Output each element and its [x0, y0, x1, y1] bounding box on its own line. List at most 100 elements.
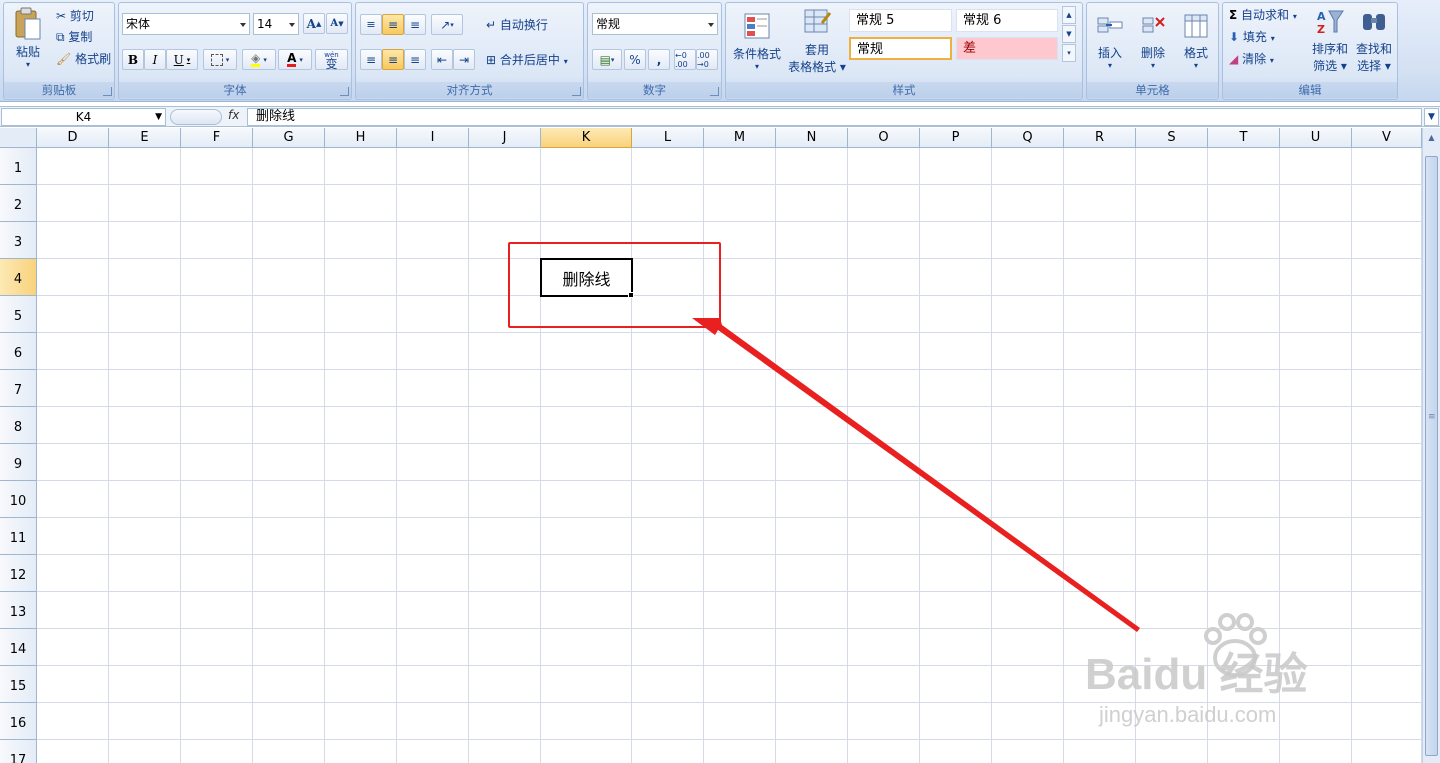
formula-divider-handle[interactable] — [170, 109, 222, 125]
row-header-6[interactable]: 6 — [0, 333, 37, 370]
row-header-4[interactable]: 4 — [0, 259, 37, 296]
column-header-e[interactable]: E — [109, 128, 181, 148]
comma-button[interactable]: , — [648, 49, 670, 70]
row-header-3[interactable]: 3 — [0, 222, 37, 259]
insert-cells-button[interactable]: 插入 ▾ — [1089, 5, 1131, 77]
row-header-15[interactable]: 15 — [0, 666, 37, 703]
watermark-url: jingyan.baidu.com — [1099, 702, 1277, 727]
cut-button[interactable]: ✂ 剪切 — [56, 7, 94, 24]
dialog-launcher-icon[interactable] — [710, 87, 719, 96]
increase-decimal-button[interactable]: ←0 .00 — [674, 49, 696, 70]
fill-button[interactable]: ⬇ 填充 ▾ — [1229, 28, 1275, 45]
row-header-2[interactable]: 2 — [0, 185, 37, 222]
column-header-q[interactable]: Q — [992, 128, 1064, 148]
font-size-combo[interactable]: 14 — [253, 13, 299, 35]
column-header-f[interactable]: F — [181, 128, 253, 148]
sort-filter-button[interactable]: AZ 排序和 筛选 ▾ — [1309, 5, 1351, 77]
style-normal-6[interactable]: 常规 6 — [956, 9, 1058, 32]
underline-button[interactable]: U ▾ — [166, 49, 198, 70]
column-header-g[interactable]: G — [253, 128, 325, 148]
autosum-button[interactable]: Σ 自动求和 ▾ — [1229, 6, 1297, 23]
align-top-button[interactable]: ≡ — [360, 14, 382, 35]
row-header-9[interactable]: 9 — [0, 444, 37, 481]
style-normal-5[interactable]: 常规 5 — [849, 9, 952, 32]
scroll-thumb[interactable]: ≡ — [1425, 156, 1438, 756]
phonetic-button[interactable]: wén 变 — [315, 49, 348, 70]
align-center-button[interactable]: ≡ — [382, 49, 404, 70]
shrink-font-button[interactable]: A ▼ — [326, 13, 348, 34]
column-header-n[interactable]: N — [776, 128, 848, 148]
bold-button[interactable]: B — [122, 49, 144, 70]
format-cells-button[interactable]: 格式 ▾ — [1175, 5, 1217, 77]
column-header-m[interactable]: M — [704, 128, 776, 148]
formula-input[interactable]: 删除线 — [247, 108, 1422, 126]
row-header-5[interactable]: 5 — [0, 296, 37, 333]
border-button[interactable]: ▾ — [203, 49, 237, 70]
style-normal[interactable]: 常规 — [849, 37, 952, 60]
copy-button[interactable]: ⧉ 复制 — [56, 28, 92, 45]
delete-cells-button[interactable]: 删除 ▾ — [1132, 5, 1174, 77]
column-header-i[interactable]: I — [397, 128, 469, 148]
column-header-t[interactable]: T — [1208, 128, 1280, 148]
insert-function-button[interactable]: fx — [228, 108, 239, 122]
row-header-11[interactable]: 11 — [0, 518, 37, 555]
styles-scroll-up[interactable]: ▲ — [1062, 6, 1076, 24]
styles-scroll-down[interactable]: ▼ — [1062, 25, 1076, 43]
column-header-o[interactable]: O — [848, 128, 920, 148]
format-as-table-button[interactable]: 套用 表格格式 ▾ — [786, 5, 848, 77]
select-all-corner[interactable] — [0, 128, 37, 148]
expand-formula-button[interactable]: ▼ — [1424, 108, 1439, 126]
paste-button[interactable]: 粘贴 ▾ — [10, 5, 46, 71]
dialog-launcher-icon[interactable] — [103, 87, 112, 96]
column-header-j[interactable]: J — [469, 128, 541, 148]
row-header-12[interactable]: 12 — [0, 555, 37, 592]
column-header-d[interactable]: D — [37, 128, 109, 148]
orientation-button[interactable]: ↗ ▾ — [431, 14, 463, 35]
row-header-1[interactable]: 1 — [0, 148, 37, 185]
scroll-up-button[interactable]: ▲ — [1424, 130, 1439, 146]
column-header-s[interactable]: S — [1136, 128, 1208, 148]
row-header-14[interactable]: 14 — [0, 629, 37, 666]
column-header-h[interactable]: H — [325, 128, 397, 148]
accounting-button[interactable]: ▤ ▾ — [592, 49, 622, 70]
align-bottom-button[interactable]: ≡ — [404, 14, 426, 35]
find-select-button[interactable]: 查找和 选择 ▾ — [1353, 5, 1395, 77]
increase-indent-button[interactable]: ⇥ — [453, 49, 475, 70]
decrease-decimal-button[interactable]: .00 →0 — [696, 49, 718, 70]
align-left-button[interactable]: ≡ — [360, 49, 382, 70]
style-bad[interactable]: 差 — [956, 37, 1058, 60]
italic-button[interactable]: I — [144, 49, 166, 70]
dialog-launcher-icon[interactable] — [572, 87, 581, 96]
font-name-combo[interactable]: 宋体 — [122, 13, 250, 35]
column-header-k[interactable]: K — [541, 128, 632, 148]
grow-font-button[interactable]: A ▲ — [303, 13, 325, 34]
font-color-button[interactable]: A ▾ — [278, 49, 312, 70]
name-box[interactable]: K4 ▼ — [1, 108, 166, 126]
number-format-combo[interactable]: 常规 — [592, 13, 718, 35]
vertical-scrollbar[interactable]: ▲ ≡ — [1422, 128, 1440, 763]
fill-color-button[interactable]: ◈ ▾ — [242, 49, 276, 70]
decrease-indent-button[interactable]: ⇤ — [431, 49, 453, 70]
align-right-button[interactable]: ≡ — [404, 49, 426, 70]
percent-button[interactable]: % — [624, 49, 646, 70]
align-middle-button[interactable]: ≡ — [382, 14, 404, 35]
row-header-8[interactable]: 8 — [0, 407, 37, 444]
format-painter-button[interactable]: 🖌 格式刷 — [56, 50, 111, 67]
clear-button[interactable]: ◢ 清除 ▾ — [1229, 50, 1274, 67]
dialog-launcher-icon[interactable] — [340, 87, 349, 96]
fill-label: 填充 — [1242, 30, 1267, 44]
conditional-format-button[interactable]: 条件格式 ▾ — [730, 5, 784, 77]
row-header-17[interactable]: 17 — [0, 740, 37, 763]
row-header-10[interactable]: 10 — [0, 481, 37, 518]
row-header-16[interactable]: 16 — [0, 703, 37, 740]
column-header-v[interactable]: V — [1352, 128, 1422, 148]
merge-center-button[interactable]: ⊞ 合并后居中 ▾ — [486, 51, 568, 68]
row-header-13[interactable]: 13 — [0, 592, 37, 629]
column-header-p[interactable]: P — [920, 128, 992, 148]
column-header-r[interactable]: R — [1064, 128, 1136, 148]
row-header-7[interactable]: 7 — [0, 370, 37, 407]
column-header-l[interactable]: L — [632, 128, 704, 148]
column-header-u[interactable]: U — [1280, 128, 1352, 148]
styles-more[interactable]: ▾ — [1062, 44, 1076, 62]
wrap-text-button[interactable]: ↵ 自动换行 — [486, 16, 548, 33]
